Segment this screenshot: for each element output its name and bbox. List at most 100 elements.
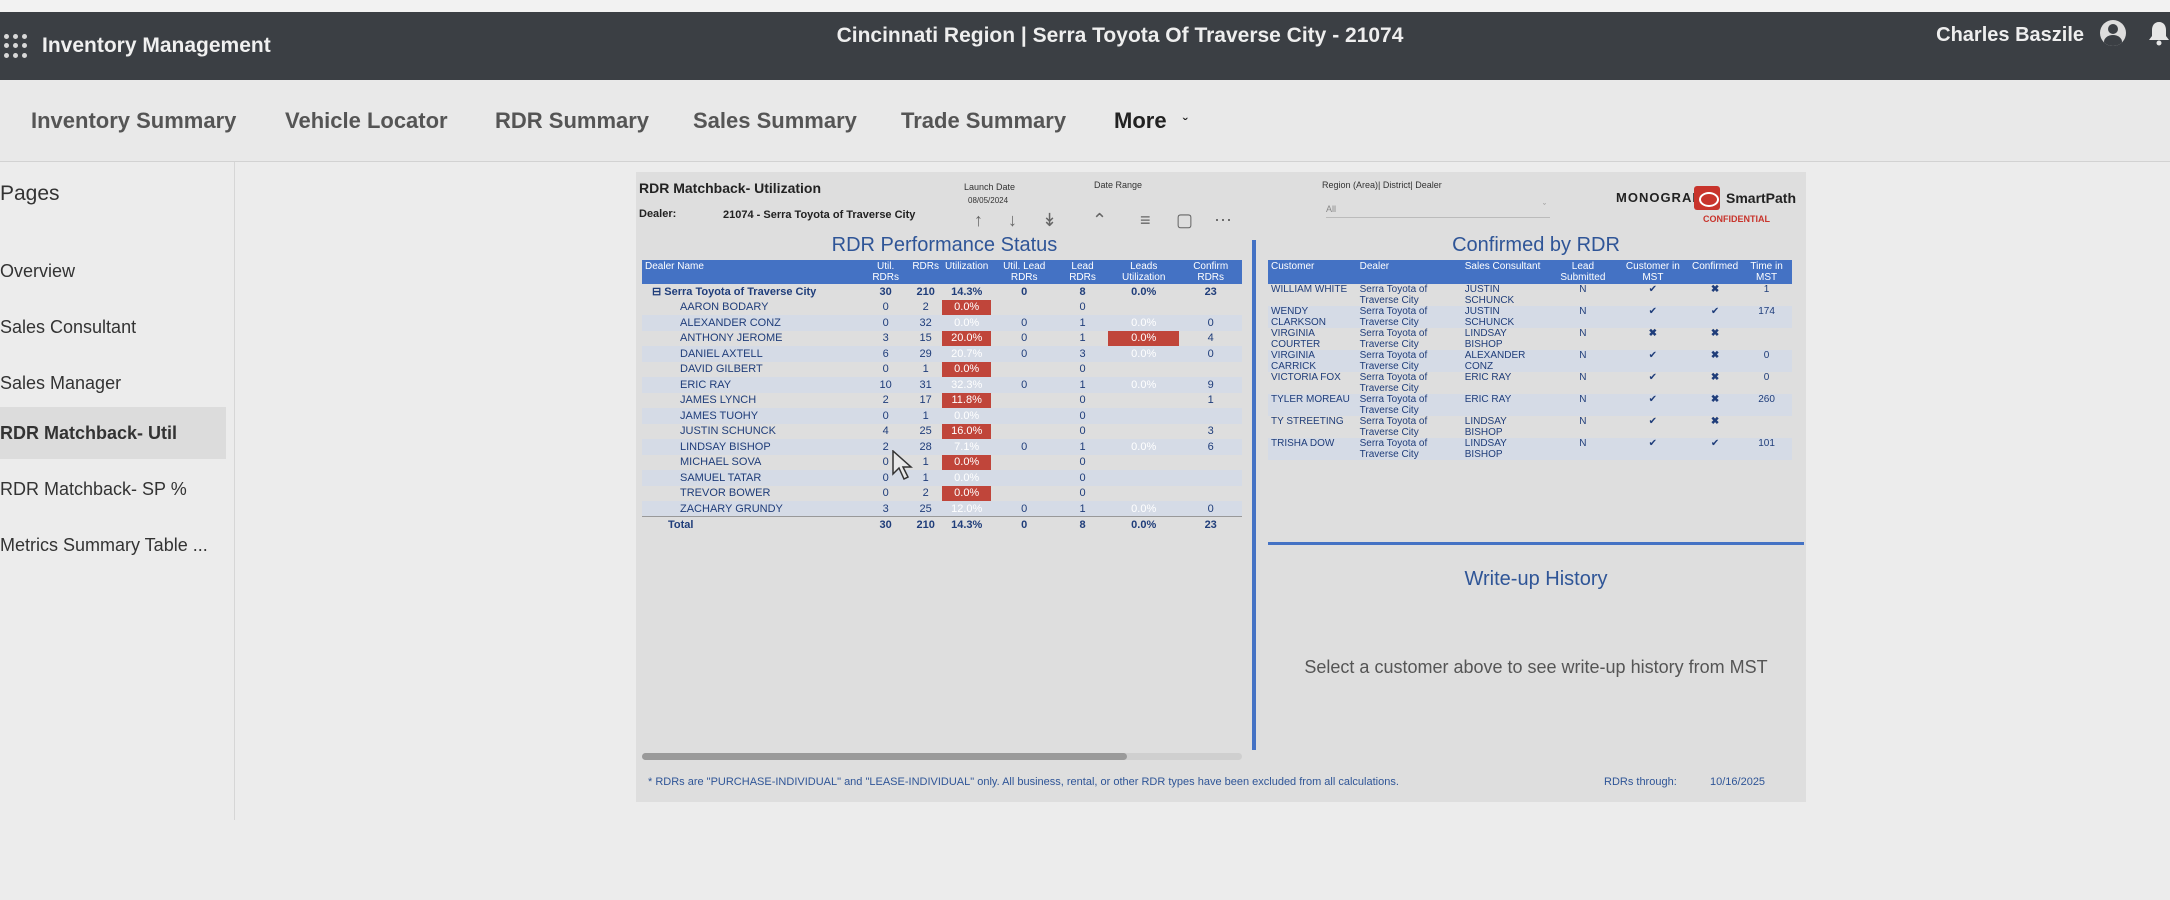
rdr-performance-table: Dealer Name Util. RDRs RDRs Utilization Util… bbox=[642, 260, 1242, 532]
user-name[interactable]: Charles Baszile bbox=[1936, 24, 2084, 47]
table-cell bbox=[991, 455, 1057, 471]
table-cell: 28 bbox=[909, 439, 942, 455]
table-cell: VIRGINIA COURTER bbox=[1271, 328, 1321, 350]
table-row[interactable]: JAMES LYNCH 2 17 11.8% 0 1 bbox=[642, 392, 1242, 408]
table-row[interactable]: VIRGINIA COURTER Serra Toyota of Traverse… bbox=[1268, 328, 1792, 350]
table-cell bbox=[1108, 408, 1180, 424]
table-row[interactable]: JAMES TUOHY 0 1 0.0% 0 bbox=[642, 408, 1242, 424]
check-icon: ✔ bbox=[1689, 306, 1742, 328]
table-cell: LINDSAY BISHOP bbox=[1461, 438, 1550, 460]
window-top-strip bbox=[0, 0, 2170, 12]
total-row[interactable]: Total 30 210 14.3% 0 8 0.0% 23 bbox=[642, 516, 1242, 532]
column-header[interactable]: Dealer Name bbox=[642, 260, 862, 284]
dealer-value: 21074 - Serra Toyota of Traverse City bbox=[723, 209, 916, 221]
nav-more-label: More bbox=[1114, 108, 1167, 133]
nav-sales-summary[interactable]: Sales Summary bbox=[693, 108, 857, 134]
table-cell: 0.0% bbox=[1108, 346, 1180, 362]
horizontal-scrollbar-thumb[interactable] bbox=[642, 753, 1127, 760]
app-grid-icon[interactable] bbox=[4, 34, 28, 58]
nav-trade-summary[interactable]: Trade Summary bbox=[901, 108, 1066, 134]
table-row[interactable]: AARON BODARY 0 2 0.0% 0 bbox=[642, 299, 1242, 315]
table-cell bbox=[991, 408, 1058, 424]
dealer-label: Dealer: bbox=[639, 208, 677, 220]
column-header[interactable]: RDRs bbox=[909, 260, 942, 284]
table-cell: Serra Toyota of Traverse City bbox=[1356, 306, 1462, 328]
table-row[interactable]: LINDSAY BISHOP 2 28 7.1% 0 1 0.0% 6 bbox=[642, 439, 1242, 455]
table-row[interactable]: TREVOR BOWER 0 2 0.0% 0 bbox=[642, 485, 1242, 501]
column-header[interactable]: Confirmed bbox=[1689, 260, 1742, 284]
table-cell: 15 bbox=[919, 332, 932, 345]
table-row[interactable]: ANTHONY JEROME 3 15 20.0% 0 1 0.0% 4 bbox=[642, 330, 1242, 346]
table-row[interactable]: MICHAEL SOVA 0 1 0.0% 0 bbox=[642, 454, 1242, 471]
filter-icon[interactable]: ≡ bbox=[1140, 210, 1151, 231]
page-rdr-matchback-util[interactable]: RDR Matchback- Util bbox=[0, 407, 226, 459]
table-row[interactable]: SAMUEL TATAR 0 1 0.0% 0 bbox=[642, 470, 1242, 486]
table-cell: 0.0% bbox=[1131, 285, 1157, 298]
column-header[interactable]: Leads Utilization bbox=[1108, 260, 1180, 284]
column-header[interactable]: Customer bbox=[1268, 260, 1357, 284]
table-cell: 0 bbox=[1079, 456, 1086, 469]
region-filter-dropdown[interactable]: All ˇ bbox=[1326, 200, 1550, 218]
column-header[interactable]: Time in MST bbox=[1741, 260, 1792, 284]
table-row[interactable]: WENDY CLARKSON Serra Toyota of Traverse C… bbox=[1268, 306, 1792, 328]
page-overview[interactable]: Overview bbox=[0, 245, 226, 297]
region-filter-label: Region (Area)| District| Dealer bbox=[1322, 180, 1442, 190]
more-options-icon[interactable]: ⋯ bbox=[1214, 210, 1232, 231]
table-cell bbox=[1108, 455, 1179, 471]
table-cell bbox=[1108, 362, 1179, 378]
table-row[interactable]: ZACHARY GRUNDY 3 25 12.0% 0 1 0.0% 0 bbox=[642, 501, 1242, 517]
table-row[interactable]: DANIEL AXTELL 6 29 20.7% 0 3 0.0% 0 bbox=[642, 346, 1242, 362]
table-cell: Total bbox=[642, 516, 862, 532]
column-header[interactable]: Dealer bbox=[1356, 260, 1462, 284]
table-cell: ALEXANDER CONZ bbox=[642, 315, 862, 331]
table-cell: JUSTIN SCHUNCK bbox=[1464, 284, 1515, 306]
column-header[interactable]: Sales Consultant bbox=[1461, 260, 1550, 284]
table-cell: LINDSAY BISHOP bbox=[1464, 328, 1507, 350]
column-header[interactable]: Lead Submitted bbox=[1549, 260, 1617, 284]
table-row[interactable]: ERIC RAY 10 31 32.3% 0 1 0.0% 9 bbox=[642, 377, 1242, 393]
table-cell: 210 bbox=[909, 516, 942, 532]
table-row[interactable]: VIRGINIA CARRICK Serra Toyota of Traverse… bbox=[1268, 350, 1792, 372]
nav-vehicle-locator[interactable]: Vehicle Locator bbox=[285, 108, 448, 134]
report-title: RDR Matchback- Utilization bbox=[639, 180, 822, 196]
column-header[interactable]: Customer in MST bbox=[1616, 260, 1690, 284]
nav-more[interactable]: More ˇ bbox=[1114, 108, 1187, 134]
expand-all-icon[interactable]: ↡ bbox=[1042, 210, 1057, 231]
table-cell: TRISHA DOW bbox=[1268, 438, 1357, 460]
column-header[interactable]: Util. RDRs bbox=[862, 260, 910, 284]
table-row[interactable]: TY STREETING Serra Toyota of Traverse Cit… bbox=[1268, 416, 1792, 438]
panel-divider bbox=[1252, 240, 1256, 750]
page-metrics-summary-table[interactable]: Metrics Summary Table ... bbox=[0, 519, 226, 571]
column-header[interactable]: Confirm RDRs bbox=[1179, 260, 1242, 284]
nav-inventory-summary[interactable]: Inventory Summary bbox=[31, 108, 236, 134]
table-row[interactable]: VICTORIA FOX Serra Toyota of Traverse Cit… bbox=[1268, 372, 1792, 394]
table-cell: WILLIAM WHITE bbox=[1271, 284, 1348, 295]
table-cell: 0.0% bbox=[942, 454, 992, 470]
table-cell: AARON BODARY bbox=[680, 301, 769, 314]
table-row[interactable]: DAVID GILBERT 0 1 0.0% 0 bbox=[642, 361, 1242, 378]
table-cell: 1 bbox=[1057, 315, 1109, 331]
table-cell: N bbox=[1579, 328, 1587, 339]
expand-visual-icon[interactable]: ▢ bbox=[1176, 210, 1193, 231]
drill-down-icon[interactable]: ↓ bbox=[1008, 210, 1017, 231]
bell-icon[interactable] bbox=[2148, 20, 2170, 46]
user-account-icon[interactable] bbox=[2100, 20, 2126, 46]
focus-mode-icon[interactable]: ⌃ bbox=[1092, 210, 1107, 231]
page-sales-consultant[interactable]: Sales Consultant bbox=[0, 301, 226, 353]
column-header[interactable]: Util. Lead RDRs bbox=[991, 260, 1058, 284]
column-header[interactable]: Utilization bbox=[942, 260, 992, 284]
table-row[interactable]: TRISHA DOW Serra Toyota of Traverse City L… bbox=[1268, 438, 1792, 460]
dealer-row[interactable]: ⊟ Serra Toyota of Traverse City 30 210 14.3… bbox=[642, 284, 1242, 300]
table-row[interactable]: ALEXANDER CONZ 0 32 0.0% 0 1 0.0% 0 bbox=[642, 315, 1242, 331]
table-row[interactable]: TYLER MOREAU Serra Toyota of Traverse Cit… bbox=[1268, 394, 1792, 416]
table-cell bbox=[1108, 424, 1179, 440]
region-filter-value: All bbox=[1326, 204, 1337, 214]
nav-rdr-summary[interactable]: RDR Summary bbox=[495, 108, 649, 134]
page-sales-manager[interactable]: Sales Manager bbox=[0, 357, 226, 409]
table-cell: Serra Toyota of Traverse City bbox=[1356, 394, 1462, 416]
table-row[interactable]: JUSTIN SCHUNCK 4 25 16.0% 0 3 bbox=[642, 423, 1242, 440]
table-row[interactable]: WILLIAM WHITE Serra Toyota of Traverse Ci… bbox=[1268, 284, 1792, 306]
drill-up-icon[interactable]: ↑ bbox=[974, 210, 983, 231]
page-rdr-matchback-sp[interactable]: RDR Matchback- SP % bbox=[0, 463, 226, 515]
column-header[interactable]: Lead RDRs bbox=[1057, 260, 1109, 284]
